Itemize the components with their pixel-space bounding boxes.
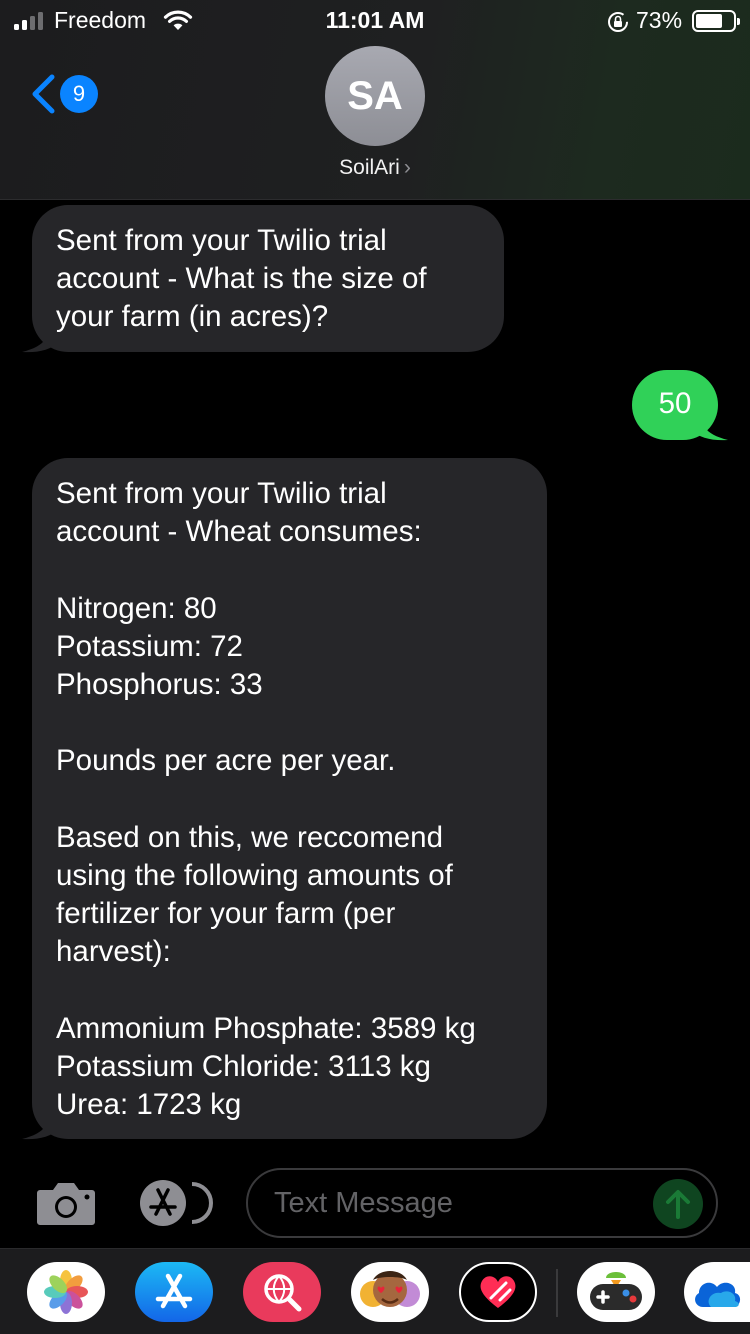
contact-avatar[interactable]: SA bbox=[325, 46, 425, 146]
app-drawer-divider bbox=[556, 1269, 558, 1317]
app-store-button[interactable] bbox=[138, 1180, 214, 1231]
arrow-up-icon bbox=[666, 1190, 690, 1219]
contact-name-button[interactable]: SoilAri › bbox=[0, 156, 750, 180]
rotation-lock-icon bbox=[608, 12, 628, 32]
carrier-name: Freedom bbox=[54, 7, 147, 33]
heart-icon bbox=[480, 1276, 516, 1308]
unread-count-badge: 9 bbox=[60, 75, 98, 113]
photos-icon bbox=[44, 1270, 88, 1314]
globe-search-icon bbox=[264, 1274, 302, 1312]
chevron-right-icon: › bbox=[403, 156, 411, 179]
message-input[interactable] bbox=[274, 1184, 644, 1222]
message-input-field[interactable] bbox=[246, 1168, 718, 1238]
contact-name: SoilAri bbox=[339, 156, 400, 179]
wifi-icon bbox=[163, 10, 193, 30]
send-button[interactable] bbox=[653, 1179, 703, 1229]
app-store-app-button[interactable] bbox=[135, 1262, 213, 1322]
back-button[interactable]: 9 bbox=[30, 74, 98, 114]
app-store-icon bbox=[155, 1273, 193, 1309]
camera-icon bbox=[37, 1183, 95, 1225]
game-controller-icon bbox=[590, 1272, 642, 1310]
memoji-stickers-app-button[interactable] bbox=[351, 1262, 429, 1322]
onedrive-app-button[interactable] bbox=[684, 1262, 750, 1322]
incoming-message[interactable]: Sent from your Twilio trial account - Wh… bbox=[32, 205, 504, 352]
digital-touch-app-button[interactable] bbox=[459, 1262, 537, 1322]
battery-icon bbox=[692, 10, 740, 32]
conversation-header: Freedom 11:01 AM 73% 9 SA SoilAri › bbox=[0, 0, 750, 200]
battery-percentage: 73% bbox=[636, 7, 683, 33]
cloud-icon bbox=[695, 1282, 741, 1307]
outgoing-message[interactable]: 50 bbox=[632, 370, 718, 440]
status-bar: Freedom 11:01 AM 73% bbox=[0, 0, 750, 40]
game-pigeon-app-button[interactable] bbox=[577, 1262, 655, 1322]
photos-app-button[interactable] bbox=[27, 1262, 105, 1322]
web-search-app-button[interactable] bbox=[243, 1262, 321, 1322]
imessage-app-drawer bbox=[0, 1248, 750, 1334]
memoji-icon bbox=[360, 1271, 420, 1307]
app-store-icon bbox=[140, 1180, 213, 1226]
incoming-message[interactable]: Sent from your Twilio trial account - Wh… bbox=[32, 458, 547, 1139]
camera-button[interactable] bbox=[36, 1180, 96, 1231]
signal-strength-icon bbox=[14, 12, 43, 30]
chevron-left-icon bbox=[32, 74, 55, 114]
